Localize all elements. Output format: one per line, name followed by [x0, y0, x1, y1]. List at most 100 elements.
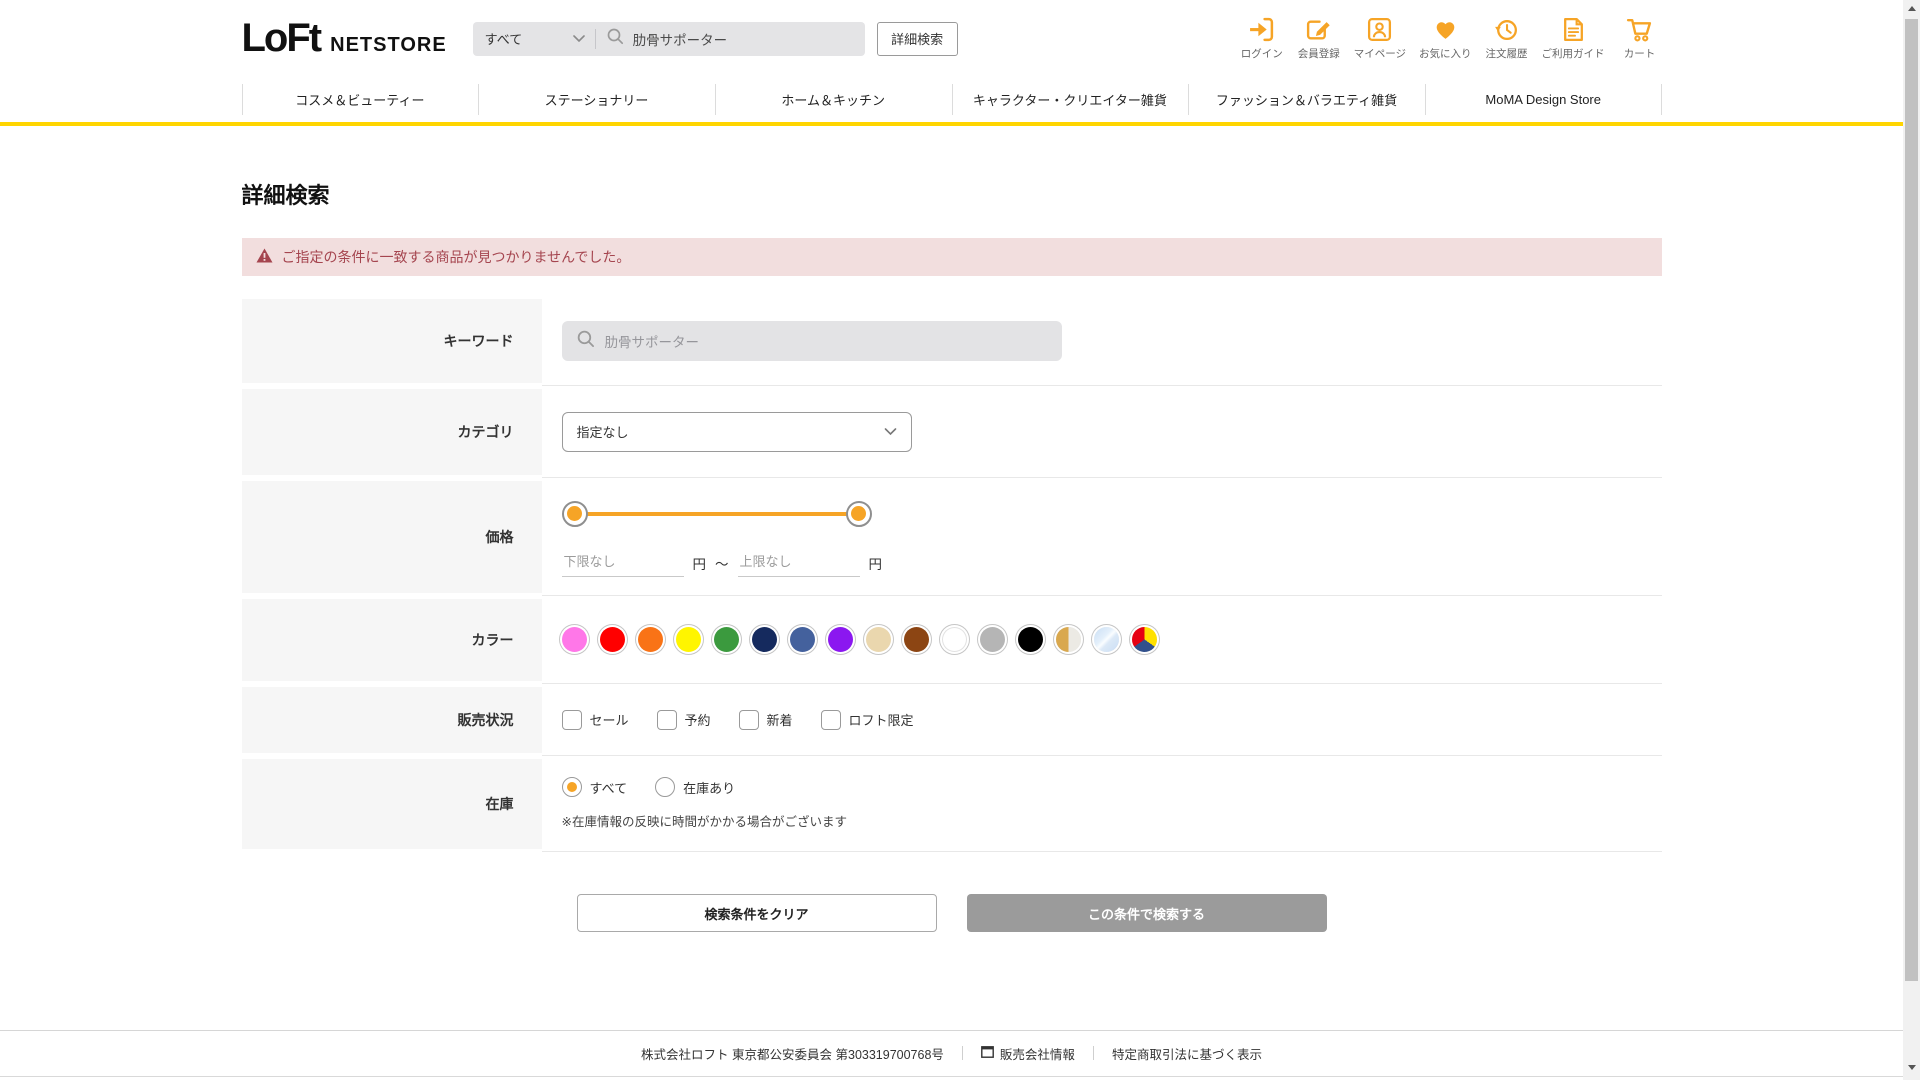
checkbox-item-sale[interactable]: セール: [561, 709, 629, 730]
footer: 株式会社ロフト 東京都公安委員会 第303319700768号 販売会社情報 特…: [0, 1030, 1903, 1080]
nav-item-home-kitchen[interactable]: ホーム＆キッチン: [714, 77, 952, 122]
scrollbar-down-button[interactable]: [1903, 1059, 1920, 1076]
color-swatch-white[interactable]: [941, 627, 967, 652]
form-row-stock: 在庫 すべて 在庫あり ※在庫情報の反映に時間がかかる場合がございます: [241, 756, 1662, 852]
scroll-down-icon: [1907, 1065, 1916, 1070]
scrollbar-up-button[interactable]: [1903, 0, 1920, 17]
form-row-price: 価格 下限なし 円 ～ 上限なし 円: [241, 478, 1662, 596]
nav-item-cosmetics[interactable]: コスメ＆ビューティー: [241, 77, 479, 122]
nav-item-stationery[interactable]: ステーショナリー: [478, 77, 715, 122]
color-swatch-green[interactable]: [713, 627, 739, 652]
stock-note: ※在庫情報の反映に時間がかかる場合がございます: [561, 815, 847, 829]
scrollbar-thumb[interactable]: [1905, 19, 1918, 981]
radio-item-all[interactable]: すべて: [561, 777, 628, 797]
checkbox-item-reserve[interactable]: 予約: [656, 709, 711, 730]
header-search-box[interactable]: すべて 肋骨サポーター: [472, 21, 865, 56]
footer-link-company-info[interactable]: 販売会社情報: [981, 1044, 1075, 1063]
footer-separator: [961, 1046, 963, 1060]
sale-checkbox[interactable]: [561, 709, 582, 730]
loft-logo[interactable]: LoFt NETSTORE: [242, 16, 447, 61]
color-swatch-blue[interactable]: [789, 627, 815, 652]
color-swatch-orange[interactable]: [637, 627, 663, 652]
checkbox-item-new[interactable]: 新着: [738, 709, 793, 730]
new-arrival-checkbox[interactable]: [738, 709, 759, 730]
color-swatch-black[interactable]: [1017, 627, 1043, 652]
color-label: カラー: [241, 599, 542, 681]
clear-conditions-button[interactable]: 検索条件をクリア: [576, 894, 937, 932]
category-label: カテゴリ: [241, 389, 542, 475]
radio-item-in-stock[interactable]: 在庫あり: [655, 777, 735, 797]
header-link-order-history[interactable]: 注文履歴: [1485, 16, 1529, 61]
in-stock-radio[interactable]: [655, 777, 676, 797]
header-link-register[interactable]: 会員登録: [1297, 16, 1341, 61]
color-swatch-clear[interactable]: [1093, 627, 1119, 652]
top-header: LoFt NETSTORE すべて 肋骨サポーター 詳細検索 ログイン 会員登録…: [0, 0, 1903, 77]
stock-label: 在庫: [241, 759, 542, 849]
header-link-favorites[interactable]: お気に入り: [1419, 16, 1472, 61]
guide-icon: [1560, 16, 1587, 43]
price-inputs: 下限なし 円 ～ 上限なし 円: [561, 549, 1662, 577]
stock-all-radio[interactable]: [561, 777, 582, 797]
header-link-login[interactable]: ログイン: [1240, 16, 1284, 61]
reserve-checkbox[interactable]: [656, 709, 677, 730]
search-with-conditions-button[interactable]: この条件で検索する: [966, 894, 1327, 932]
header-search-input[interactable]: 肋骨サポーター: [633, 29, 728, 49]
color-swatch-gray[interactable]: [979, 627, 1005, 652]
header-search: すべて 肋骨サポーター 詳細検索: [472, 21, 958, 56]
detail-search-button[interactable]: 詳細検索: [876, 21, 958, 56]
price-slider-handle-min[interactable]: [561, 500, 588, 527]
price-slider-handle-max[interactable]: [845, 500, 872, 527]
order-history-label: 注文履歴: [1485, 48, 1528, 60]
browser-viewport: LoFt NETSTORE すべて 肋骨サポーター 詳細検索 ログイン 会員登録…: [0, 0, 1920, 1080]
price-max-input[interactable]: 上限なし: [737, 549, 860, 577]
form-row-sales-status: 販売状況 セール 予約 新着 ロフト限定: [241, 684, 1662, 756]
color-swatch-purple[interactable]: [827, 627, 853, 652]
in-stock-radio-label: 在庫あり: [683, 780, 736, 796]
new-arrival-checkbox-label: 新着: [766, 713, 793, 728]
color-swatch-gold-silver[interactable]: [1055, 627, 1081, 652]
sale-checkbox-label: セール: [589, 713, 629, 728]
color-swatch-red[interactable]: [599, 627, 625, 652]
form-row-category: カテゴリ 指定なし: [241, 386, 1662, 478]
reserve-checkbox-label: 予約: [684, 713, 711, 728]
color-swatches: [561, 627, 1662, 652]
color-swatch-navy[interactable]: [751, 627, 777, 652]
nav-item-character-goods[interactable]: キャラクター・クリエイター雑貨: [951, 77, 1189, 122]
color-swatch-brown[interactable]: [903, 627, 929, 652]
chevron-down-icon: [884, 424, 897, 439]
price-range-slider: [561, 500, 872, 527]
keyword-input[interactable]: 肋骨サポーター: [561, 320, 1062, 361]
register-label: 会員登録: [1297, 48, 1340, 60]
header-link-guide[interactable]: ご利用ガイド: [1542, 16, 1605, 61]
loft-netstore-page: LoFt NETSTORE すべて 肋骨サポーター 詳細検索 ログイン 会員登録…: [0, 0, 1903, 1080]
logo-main-text: LoFt: [241, 16, 323, 60]
footer-separator: [1092, 1046, 1094, 1060]
no-results-message: ご指定の条件に一致する商品が見つかりませんでした。: [281, 249, 631, 265]
chevron-down-icon: [572, 31, 585, 46]
price-unit-max: 円: [868, 556, 883, 572]
header-link-cart[interactable]: カート: [1618, 16, 1662, 61]
footer-company-info-label: 販売会社情報: [999, 1047, 1075, 1062]
color-swatch-pink[interactable]: [561, 627, 587, 652]
login-icon: [1248, 16, 1275, 43]
color-swatch-beige[interactable]: [865, 627, 891, 652]
color-swatch-multicolor[interactable]: [1131, 627, 1157, 652]
sales-status-label: 販売状況: [241, 687, 542, 753]
footer-link-legal[interactable]: 特定商取引法に基づく表示: [1112, 1044, 1262, 1063]
category-select[interactable]: 指定なし: [561, 411, 912, 452]
category-nav: コスメ＆ビューティー ステーショナリー ホーム＆キッチン キャラクター・クリエイ…: [0, 77, 1903, 126]
price-min-input[interactable]: 下限なし: [561, 549, 684, 577]
header-link-mypage[interactable]: マイページ: [1354, 16, 1406, 61]
search-category-dropdown[interactable]: すべて: [485, 29, 585, 48]
vertical-scrollbar[interactable]: [1903, 0, 1920, 1080]
loft-limited-checkbox[interactable]: [820, 709, 841, 730]
nav-item-fashion-variety[interactable]: ファッション＆バラエティ雑貨: [1188, 77, 1425, 122]
price-slider-track: [573, 511, 860, 516]
stock-options: すべて 在庫あり: [561, 777, 1662, 797]
color-swatch-yellow[interactable]: [675, 627, 701, 652]
stock-all-radio-label: すべて: [589, 780, 628, 796]
search-icon: [576, 329, 595, 353]
price-range-separator: ～: [715, 556, 729, 572]
nav-item-moma[interactable]: MoMA Design Store: [1424, 77, 1662, 122]
checkbox-item-loft-limited[interactable]: ロフト限定: [820, 709, 914, 730]
